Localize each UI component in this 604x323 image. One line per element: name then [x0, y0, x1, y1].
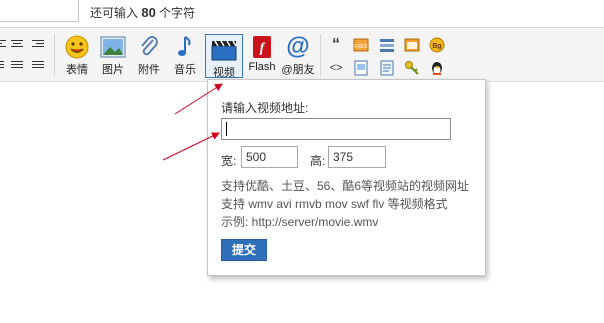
- arrow-to-url-input: [162, 132, 220, 161]
- arrow-to-video-tool: [174, 83, 223, 115]
- annotation-arrows: [162, 83, 223, 161]
